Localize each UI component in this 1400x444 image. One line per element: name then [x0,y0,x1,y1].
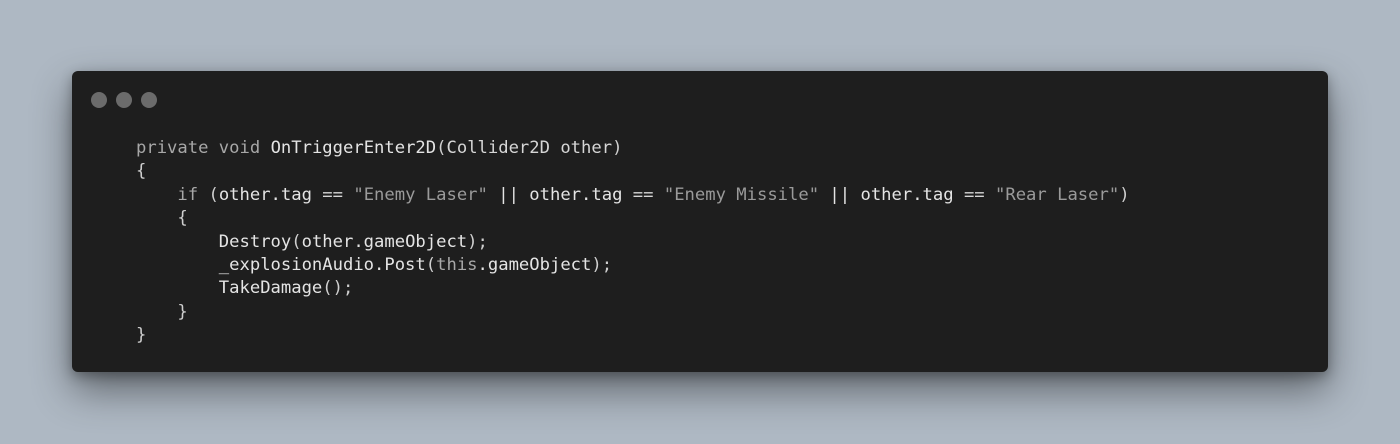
code-token: } [136,301,188,322]
close-dot-icon[interactable] [91,92,107,108]
code-token: { [136,161,147,182]
code-token: "Rear Laser" [995,184,1120,205]
code-token: ) [612,138,623,158]
code-token: _explosionAudio.Post [218,254,426,275]
code-token: == [953,184,996,205]
code-line: if (other.tag == "Enemy Laser" || other.… [136,184,1130,207]
code-token: ); [467,231,488,252]
code-line: } [136,301,1130,324]
code-token: || [487,184,530,205]
code-token: other.tag [860,184,954,205]
code-token: (); [322,278,354,299]
code-token: private [136,138,209,158]
code-token: || [819,184,861,205]
code-token: ( [436,138,447,158]
code-token: this [436,254,478,275]
code-token: TakeDamage [218,278,323,299]
code-token: if [177,184,199,205]
code-token: == [311,184,354,205]
code-line: TakeDamage(); [136,277,1130,300]
code-line: { [136,207,1130,230]
code-token: ( [198,184,219,205]
code-token: } [136,325,147,346]
code-window: private void OnTriggerEnter2D(Collider2D… [72,71,1328,372]
code-token: other.gameObject [301,231,468,252]
code-token: void [218,138,261,158]
code-token: ); [591,254,613,275]
code-token: Collider2D other [446,138,613,158]
code-line: { [136,160,1130,183]
code-token: ( [425,254,437,275]
window-controls [91,92,157,108]
code-token: == [622,184,664,205]
code-token: OnTriggerEnter2D [270,138,437,158]
code-line: private void OnTriggerEnter2D(Collider2D… [136,137,1130,160]
code-token: "Enemy Missile" [663,184,820,205]
code-block: private void OnTriggerEnter2D(Collider2D… [136,137,1130,348]
code-token: other.tag [529,184,623,205]
code-line: _explosionAudio.Post(this.gameObject); [136,254,1130,277]
minimize-dot-icon[interactable] [116,92,132,108]
code-token: ( [291,231,302,252]
code-line: } [136,324,1130,347]
code-token: other.tag [218,184,312,205]
code-token: .gameObject [477,254,592,275]
code-token: ) [1119,184,1130,205]
maximize-dot-icon[interactable] [141,92,157,108]
code-token: "Enemy Laser" [353,184,488,205]
code-line: Destroy(other.gameObject); [136,231,1130,254]
code-token: Destroy [218,231,292,252]
code-token: { [136,208,188,229]
